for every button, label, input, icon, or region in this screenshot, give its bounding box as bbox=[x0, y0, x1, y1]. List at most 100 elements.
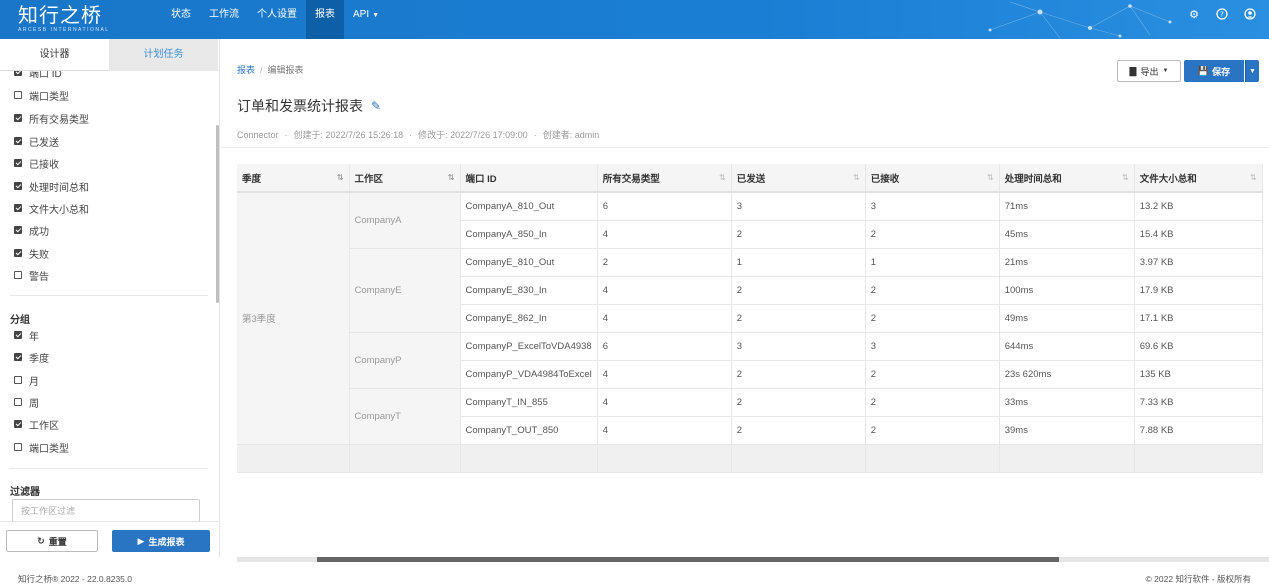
nav-reports[interactable]: 报表 bbox=[306, 0, 344, 39]
checkbox-icon bbox=[14, 443, 22, 451]
group-option-month[interactable]: 月 bbox=[14, 373, 39, 388]
report-title-text: 订单和发票统计报表 bbox=[237, 98, 363, 114]
tab-schedule[interactable]: 计划任务 bbox=[109, 39, 218, 71]
nav-workflow[interactable]: 工作流 bbox=[200, 0, 248, 39]
sidebar-options: 端口 ID 端口类型 所有交易类型 已发送 已接收 处理时间总和 文件大小总和 … bbox=[0, 71, 218, 521]
cell-all-types: 4 bbox=[597, 360, 732, 389]
group-option-quarter[interactable]: 季度 bbox=[14, 350, 49, 365]
column-option-port-id[interactable]: 端口 ID bbox=[14, 71, 62, 80]
column-option-size-sum[interactable]: 文件大小总和 bbox=[14, 201, 89, 216]
app-logo[interactable]: 知行之桥 ARCESB INTERNATIONAL bbox=[18, 4, 110, 33]
generate-report-button[interactable]: ▶ 生成报表 bbox=[112, 530, 210, 552]
edit-icon[interactable]: ✎ bbox=[371, 99, 381, 113]
divider bbox=[10, 295, 208, 296]
gear-icon[interactable]: ⚙ bbox=[1187, 8, 1201, 22]
workspace-filter-input[interactable] bbox=[12, 499, 200, 521]
meta-type: Connector bbox=[237, 130, 279, 140]
cell-received: 2 bbox=[865, 304, 1000, 333]
header-label: 季度 bbox=[242, 173, 262, 185]
chevron-down-icon: ▼ bbox=[1162, 68, 1169, 74]
option-label: 月 bbox=[29, 376, 39, 388]
column-option-sent[interactable]: 已发送 bbox=[14, 134, 59, 149]
save-button[interactable]: 💾 保存 bbox=[1184, 60, 1244, 82]
cell-all-types: 6 bbox=[597, 192, 732, 221]
report-title: 订单和发票统计报表 ✎ bbox=[237, 96, 381, 116]
cell-sent: 2 bbox=[731, 276, 866, 305]
user-icon[interactable] bbox=[1243, 8, 1257, 22]
cell-port-id: CompanyE_830_In bbox=[460, 276, 598, 305]
option-label: 已发送 bbox=[29, 137, 59, 149]
col-header-port-id[interactable]: 端口 ID bbox=[460, 164, 598, 193]
cell-port-id: CompanyP_VDA4984ToExcel bbox=[460, 360, 598, 389]
col-header-workspace[interactable]: 工作区 ⇅ bbox=[349, 164, 461, 193]
header-label: 所有交易类型 bbox=[602, 173, 660, 185]
checkbox-icon bbox=[14, 376, 22, 384]
group-option-week[interactable]: 周 bbox=[14, 395, 39, 410]
group-heading: 分组 bbox=[10, 315, 30, 326]
group-option-year[interactable]: 年 bbox=[14, 328, 39, 343]
svg-text:?: ? bbox=[1220, 11, 1224, 19]
cell-size-sum: 7.88 KB bbox=[1134, 416, 1263, 445]
breadcrumb-reports-link[interactable]: 报表 bbox=[237, 65, 255, 75]
cell-received: 2 bbox=[865, 220, 1000, 249]
col-header-quarter[interactable]: 季度 ⇅ bbox=[237, 164, 350, 193]
sidebar-scrollbar[interactable] bbox=[216, 125, 219, 303]
export-button[interactable]: ▇ 导出 ▼ bbox=[1117, 60, 1181, 82]
nav-api-label: API bbox=[353, 9, 370, 20]
cell-port-id: CompanyE_862_In bbox=[460, 304, 598, 333]
network-decoration bbox=[988, 1, 1172, 39]
column-option-failed[interactable]: 失败 bbox=[14, 246, 49, 261]
scrollbar-thumb[interactable] bbox=[317, 557, 1059, 562]
column-option-time-sum[interactable]: 处理时间总和 bbox=[14, 179, 89, 194]
column-option-all-types[interactable]: 所有交易类型 bbox=[14, 111, 89, 126]
help-icon[interactable]: ? bbox=[1215, 8, 1229, 22]
cell-all-types: 2 bbox=[597, 248, 732, 277]
column-option-warning[interactable]: 警告 bbox=[14, 268, 49, 283]
cell-time-sum: 100ms bbox=[999, 276, 1135, 305]
cell-size-sum: 17.9 KB bbox=[1134, 276, 1263, 305]
cell-size-sum: 7.33 KB bbox=[1134, 388, 1263, 417]
cell-time-sum: 33ms bbox=[999, 388, 1135, 417]
cell-sent: 2 bbox=[731, 304, 866, 333]
nav-profile[interactable]: 个人设置 bbox=[248, 0, 306, 39]
reset-button[interactable]: ↻ 重置 bbox=[6, 530, 98, 552]
cell-sent: 2 bbox=[731, 388, 866, 417]
horizontal-scrollbar[interactable] bbox=[237, 557, 1269, 562]
col-header-size-sum[interactable]: 文件大小总和 ⇅ bbox=[1134, 164, 1263, 193]
nav-status[interactable]: 状态 bbox=[162, 0, 200, 39]
generate-label: 生成报表 bbox=[148, 536, 185, 547]
table-header-row: 季度 ⇅ 工作区 ⇅ 端口 ID 所有交易类型 ⇅ 已发送 ⇅ 已接收 ⇅ 处理时间总和 ⇅… bbox=[237, 164, 1263, 193]
table-footer-row bbox=[237, 444, 1263, 473]
cell-size-sum: 13.2 KB bbox=[1134, 192, 1263, 221]
group-option-workspace[interactable]: 工作区 bbox=[14, 417, 59, 432]
logo-subtext: ARCESB INTERNATIONAL bbox=[18, 27, 110, 33]
option-label: 端口类型 bbox=[29, 443, 69, 455]
group-option-port-type[interactable]: 端口类型 bbox=[14, 440, 69, 455]
option-label: 已接收 bbox=[29, 159, 59, 171]
sidebar-actions: ↻ 重置 ▶ 生成报表 bbox=[0, 521, 218, 557]
footer-copyright: © 2022 知行软件 - 版权所有 bbox=[1145, 574, 1251, 584]
column-option-success[interactable]: 成功 bbox=[14, 223, 49, 238]
option-label: 处理时间总和 bbox=[29, 182, 89, 194]
col-header-received[interactable]: 已接收 ⇅ bbox=[865, 164, 1000, 193]
col-header-sent[interactable]: 已发送 ⇅ bbox=[731, 164, 866, 193]
save-dropdown-button[interactable]: ▼ bbox=[1245, 60, 1259, 82]
footer-cell bbox=[1134, 444, 1263, 473]
col-header-time-sum[interactable]: 处理时间总和 ⇅ bbox=[999, 164, 1135, 193]
option-label: 工作区 bbox=[29, 420, 59, 432]
sidebar: 设计器 计划任务 端口 ID 端口类型 所有交易类型 已发送 已接收 处理时间总… bbox=[0, 39, 220, 557]
nav-api[interactable]: API ▼ bbox=[344, 0, 388, 39]
checkbox-icon bbox=[14, 398, 22, 406]
report-table: 季度 ⇅ 工作区 ⇅ 端口 ID 所有交易类型 ⇅ 已发送 ⇅ 已接收 ⇅ 处理时间总和 ⇅… bbox=[237, 164, 1263, 473]
col-header-all-types[interactable]: 所有交易类型 ⇅ bbox=[597, 164, 732, 193]
tab-designer[interactable]: 设计器 bbox=[0, 39, 109, 71]
breadcrumb-separator: / bbox=[260, 65, 263, 75]
cell-time-sum: 49ms bbox=[999, 304, 1135, 333]
column-option-received[interactable]: 已接收 bbox=[14, 156, 59, 171]
cell-port-id: CompanyT_IN_855 bbox=[460, 388, 598, 417]
column-option-port-type[interactable]: 端口类型 bbox=[14, 88, 69, 103]
cell-time-sum: 644ms bbox=[999, 332, 1135, 361]
cell-all-types: 4 bbox=[597, 388, 732, 417]
cell-port-id: CompanyT_OUT_850 bbox=[460, 416, 598, 445]
sort-asc-icon: ⇅ bbox=[336, 173, 344, 182]
